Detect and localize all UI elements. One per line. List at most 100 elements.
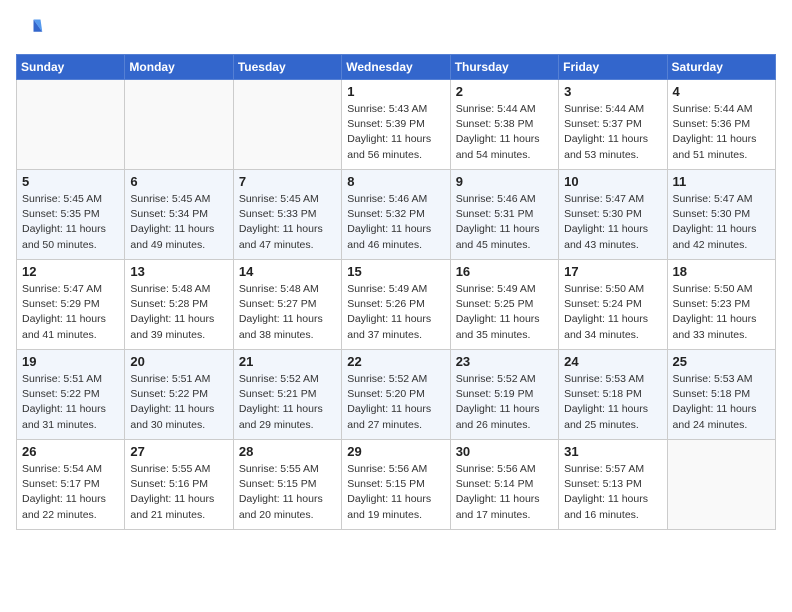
day-info: Sunrise: 5:53 AMSunset: 5:18 PMDaylight:… xyxy=(564,372,661,433)
day-cell: 17 Sunrise: 5:50 AMSunset: 5:24 PMDayligh… xyxy=(559,260,667,350)
day-number: 20 xyxy=(130,354,227,369)
day-info: Sunrise: 5:48 AMSunset: 5:27 PMDaylight:… xyxy=(239,282,336,343)
day-number: 11 xyxy=(673,174,770,189)
day-info: Sunrise: 5:51 AMSunset: 5:22 PMDaylight:… xyxy=(22,372,119,433)
day-cell xyxy=(233,80,341,170)
day-info: Sunrise: 5:54 AMSunset: 5:17 PMDaylight:… xyxy=(22,462,119,523)
day-info: Sunrise: 5:50 AMSunset: 5:24 PMDaylight:… xyxy=(564,282,661,343)
day-cell: 19Sunrise: 5:51 AMSunset: 5:22 PMDayligh… xyxy=(17,350,125,440)
day-cell: 11 Sunrise: 5:47 AMSunset: 5:30 PMDayligh… xyxy=(667,170,775,260)
day-number: 15 xyxy=(347,264,444,279)
day-number: 14 xyxy=(239,264,336,279)
calendar-table: SundayMondayTuesdayWednesdayThursdayFrid… xyxy=(16,54,776,530)
day-cell: 7 Sunrise: 5:45 AMSunset: 5:33 PMDaylight… xyxy=(233,170,341,260)
day-cell xyxy=(17,80,125,170)
day-cell xyxy=(125,80,233,170)
day-cell: 3Sunrise: 5:44 AMSunset: 5:37 PMDaylight… xyxy=(559,80,667,170)
weekday-header-tuesday: Tuesday xyxy=(233,55,341,80)
day-info: Sunrise: 5:53 AMSunset: 5:18 PMDaylight:… xyxy=(673,372,770,433)
day-number: 23 xyxy=(456,354,553,369)
day-info: Sunrise: 5:55 AMSunset: 5:16 PMDaylight:… xyxy=(130,462,227,523)
day-number: 2 xyxy=(456,84,553,99)
day-info: Sunrise: 5:47 AMSunset: 5:29 PMDaylight:… xyxy=(22,282,119,343)
day-number: 9 xyxy=(456,174,553,189)
day-number: 26 xyxy=(22,444,119,459)
day-number: 13 xyxy=(130,264,227,279)
logo xyxy=(16,16,48,44)
day-info: Sunrise: 5:50 AMSunset: 5:23 PMDaylight:… xyxy=(673,282,770,343)
day-cell: 4 Sunrise: 5:44 AMSunset: 5:36 PMDaylight… xyxy=(667,80,775,170)
day-number: 1 xyxy=(347,84,444,99)
day-cell: 2 Sunrise: 5:44 AMSunset: 5:38 PMDaylight… xyxy=(450,80,558,170)
weekday-header-saturday: Saturday xyxy=(667,55,775,80)
day-number: 24 xyxy=(564,354,661,369)
day-number: 5 xyxy=(22,174,119,189)
day-cell: 24 Sunrise: 5:53 AMSunset: 5:18 PMDayligh… xyxy=(559,350,667,440)
weekday-header-sunday: Sunday xyxy=(17,55,125,80)
logo-icon xyxy=(16,16,44,44)
day-info: Sunrise: 5:52 AMSunset: 5:21 PMDaylight:… xyxy=(239,372,336,433)
day-info: Sunrise: 5:51 AMSunset: 5:22 PMDaylight:… xyxy=(130,372,227,433)
day-cell: 29Sunrise: 5:56 AMSunset: 5:15 PMDayligh… xyxy=(342,440,450,530)
day-info: Sunrise: 5:46 AMSunset: 5:32 PMDaylight:… xyxy=(347,192,444,253)
page-header xyxy=(16,16,776,44)
day-info: Sunrise: 5:44 AMSunset: 5:38 PMDaylight:… xyxy=(456,102,553,163)
day-number: 30 xyxy=(456,444,553,459)
day-cell: 6 Sunrise: 5:45 AMSunset: 5:34 PMDaylight… xyxy=(125,170,233,260)
day-cell: 31 Sunrise: 5:57 AMSunset: 5:13 PMDayligh… xyxy=(559,440,667,530)
day-cell: 25 Sunrise: 5:53 AMSunset: 5:18 PMDayligh… xyxy=(667,350,775,440)
day-cell: 12 Sunrise: 5:47 AMSunset: 5:29 PMDayligh… xyxy=(17,260,125,350)
day-number: 12 xyxy=(22,264,119,279)
day-number: 6 xyxy=(130,174,227,189)
day-number: 17 xyxy=(564,264,661,279)
day-number: 28 xyxy=(239,444,336,459)
day-info: Sunrise: 5:49 AMSunset: 5:26 PMDaylight:… xyxy=(347,282,444,343)
day-cell: 15 Sunrise: 5:49 AMSunset: 5:26 PMDayligh… xyxy=(342,260,450,350)
day-info: Sunrise: 5:55 AMSunset: 5:15 PMDaylight:… xyxy=(239,462,336,523)
day-info: Sunrise: 5:52 AMSunset: 5:20 PMDaylight:… xyxy=(347,372,444,433)
day-cell xyxy=(667,440,775,530)
day-cell: 18 Sunrise: 5:50 AMSunset: 5:23 PMDayligh… xyxy=(667,260,775,350)
day-info: Sunrise: 5:44 AMSunset: 5:36 PMDaylight:… xyxy=(673,102,770,163)
day-number: 21 xyxy=(239,354,336,369)
week-row-3: 12 Sunrise: 5:47 AMSunset: 5:29 PMDayligh… xyxy=(17,260,776,350)
day-cell: 26 Sunrise: 5:54 AMSunset: 5:17 PMDayligh… xyxy=(17,440,125,530)
day-info: Sunrise: 5:57 AMSunset: 5:13 PMDaylight:… xyxy=(564,462,661,523)
day-info: Sunrise: 5:43 AMSunset: 5:39 PMDaylight:… xyxy=(347,102,444,163)
day-cell: 16Sunrise: 5:49 AMSunset: 5:25 PMDayligh… xyxy=(450,260,558,350)
week-row-1: 1 Sunrise: 5:43 AMSunset: 5:39 PMDaylight… xyxy=(17,80,776,170)
day-cell: 23 Sunrise: 5:52 AMSunset: 5:19 PMDayligh… xyxy=(450,350,558,440)
week-row-4: 19Sunrise: 5:51 AMSunset: 5:22 PMDayligh… xyxy=(17,350,776,440)
day-cell: 13 Sunrise: 5:48 AMSunset: 5:28 PMDayligh… xyxy=(125,260,233,350)
day-info: Sunrise: 5:45 AMSunset: 5:33 PMDaylight:… xyxy=(239,192,336,253)
week-row-5: 26 Sunrise: 5:54 AMSunset: 5:17 PMDayligh… xyxy=(17,440,776,530)
weekday-header-row: SundayMondayTuesdayWednesdayThursdayFrid… xyxy=(17,55,776,80)
weekday-header-monday: Monday xyxy=(125,55,233,80)
day-number: 18 xyxy=(673,264,770,279)
day-cell: 10Sunrise: 5:47 AMSunset: 5:30 PMDayligh… xyxy=(559,170,667,260)
day-number: 4 xyxy=(673,84,770,99)
day-info: Sunrise: 5:45 AMSunset: 5:35 PMDaylight:… xyxy=(22,192,119,253)
day-number: 25 xyxy=(673,354,770,369)
day-info: Sunrise: 5:48 AMSunset: 5:28 PMDaylight:… xyxy=(130,282,227,343)
day-cell: 5 Sunrise: 5:45 AMSunset: 5:35 PMDaylight… xyxy=(17,170,125,260)
day-number: 7 xyxy=(239,174,336,189)
day-number: 16 xyxy=(456,264,553,279)
day-info: Sunrise: 5:46 AMSunset: 5:31 PMDaylight:… xyxy=(456,192,553,253)
day-cell: 30Sunrise: 5:56 AMSunset: 5:14 PMDayligh… xyxy=(450,440,558,530)
day-info: Sunrise: 5:45 AMSunset: 5:34 PMDaylight:… xyxy=(130,192,227,253)
day-info: Sunrise: 5:52 AMSunset: 5:19 PMDaylight:… xyxy=(456,372,553,433)
day-number: 29 xyxy=(347,444,444,459)
day-info: Sunrise: 5:47 AMSunset: 5:30 PMDaylight:… xyxy=(673,192,770,253)
day-number: 27 xyxy=(130,444,227,459)
day-cell: 9 Sunrise: 5:46 AMSunset: 5:31 PMDaylight… xyxy=(450,170,558,260)
day-info: Sunrise: 5:44 AMSunset: 5:37 PMDaylight:… xyxy=(564,102,661,163)
day-number: 31 xyxy=(564,444,661,459)
day-cell: 22 Sunrise: 5:52 AMSunset: 5:20 PMDayligh… xyxy=(342,350,450,440)
day-cell: 21 Sunrise: 5:52 AMSunset: 5:21 PMDayligh… xyxy=(233,350,341,440)
day-cell: 28 Sunrise: 5:55 AMSunset: 5:15 PMDayligh… xyxy=(233,440,341,530)
weekday-header-thursday: Thursday xyxy=(450,55,558,80)
calendar-body: 1 Sunrise: 5:43 AMSunset: 5:39 PMDaylight… xyxy=(17,80,776,530)
day-number: 22 xyxy=(347,354,444,369)
day-number: 8 xyxy=(347,174,444,189)
